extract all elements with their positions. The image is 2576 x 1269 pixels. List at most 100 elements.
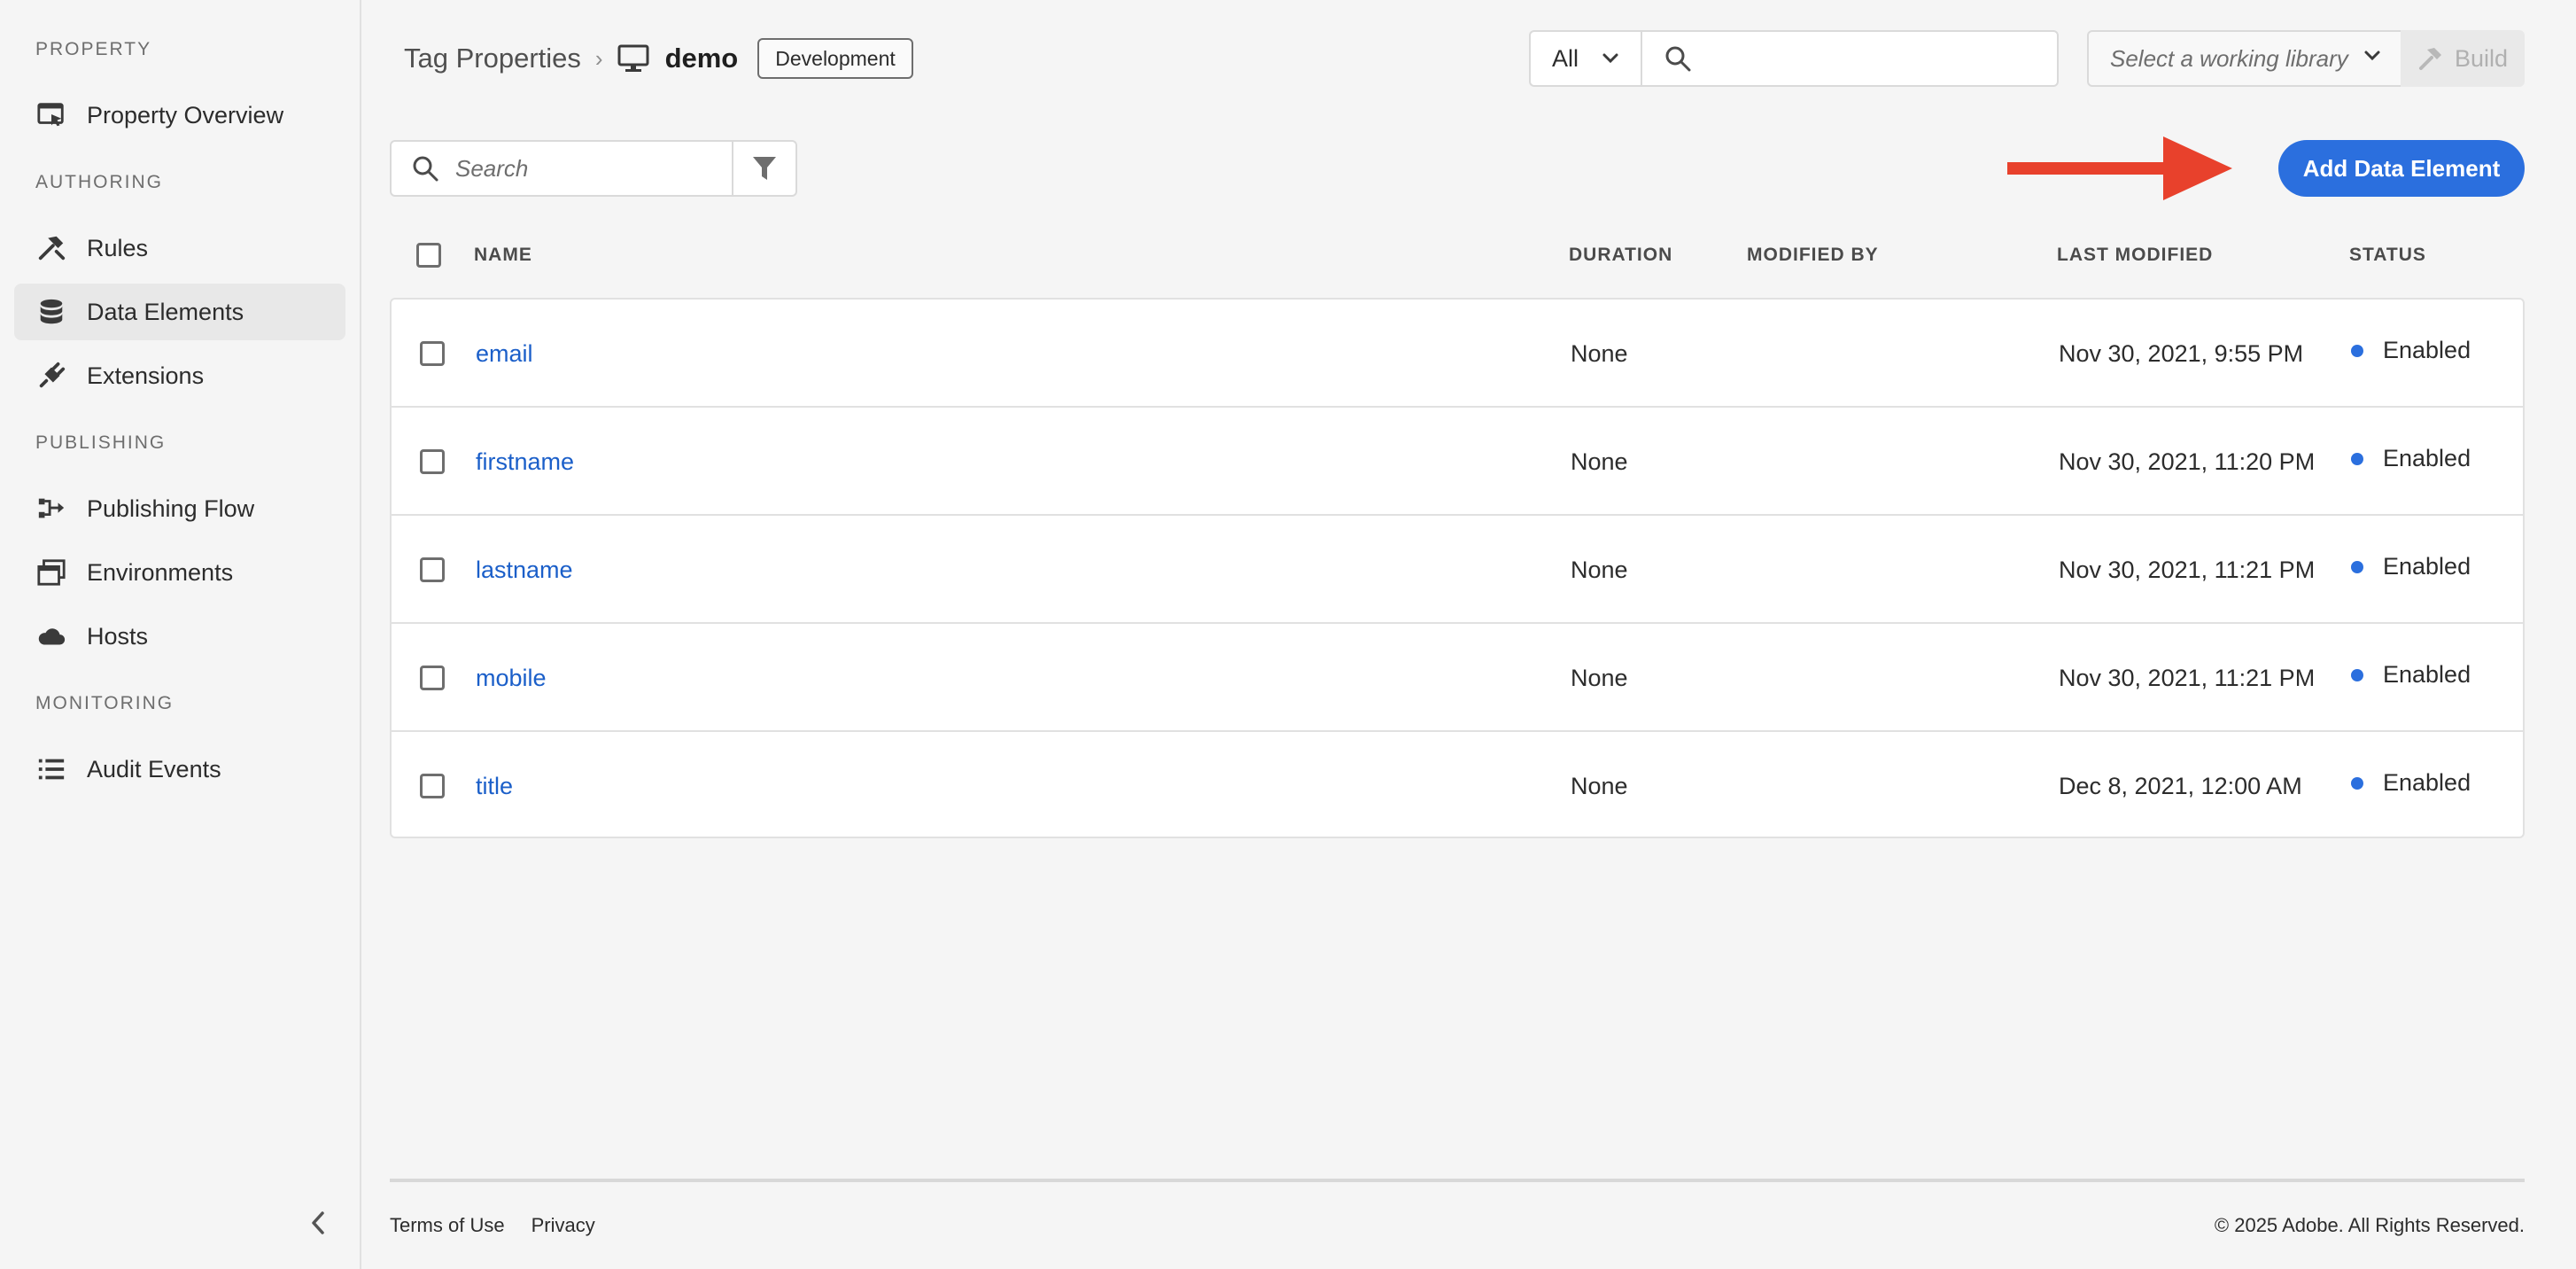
- environments-icon: [35, 557, 67, 588]
- status-cell: Enabled: [2351, 661, 2471, 689]
- row-checkbox[interactable]: [420, 557, 445, 582]
- status-cell: Enabled: [2351, 553, 2471, 580]
- sidebar-item-label: Audit Events: [87, 755, 221, 782]
- column-header-duration[interactable]: DURATION: [1569, 245, 1672, 266]
- row-checkbox[interactable]: [420, 774, 445, 798]
- data-element-name-link[interactable]: email: [476, 340, 533, 368]
- sidebar-item-hosts[interactable]: Hosts: [14, 608, 345, 665]
- breadcrumb-tag-properties[interactable]: Tag Properties: [404, 43, 581, 74]
- sidebar-item-rules[interactable]: Rules: [14, 220, 345, 276]
- sidebar-item-label: Environments: [87, 558, 234, 586]
- search-icon: [413, 156, 438, 182]
- chevron-right-icon: ›: [594, 44, 603, 72]
- global-search-input[interactable]: [1641, 30, 2059, 87]
- column-header-modified-by[interactable]: MODIFIED BY: [1747, 245, 1879, 266]
- sidebar-item-label: Rules: [87, 234, 149, 261]
- data-elements-table: email None Nov 30, 2021, 9:55 PM Enabled…: [390, 298, 2525, 838]
- column-header-name[interactable]: NAME: [474, 245, 532, 266]
- hammer-icon: [2418, 48, 2441, 70]
- table-row[interactable]: title None Dec 8, 2021, 12:00 AM Enabled: [392, 732, 2523, 840]
- row-checkbox[interactable]: [420, 449, 445, 474]
- duration-cell: None: [1571, 340, 1628, 367]
- collapse-sidebar-button[interactable]: [305, 1205, 331, 1241]
- sidebar-item-label: Extensions: [87, 362, 205, 389]
- duration-cell: None: [1571, 448, 1628, 475]
- table-row[interactable]: email None Nov 30, 2021, 9:55 PM Enabled: [392, 300, 2523, 408]
- sidebar-section-publishing: PUBLISHING: [35, 432, 167, 453]
- table-row[interactable]: mobile None Nov 30, 2021, 11:21 PM Enabl…: [392, 624, 2523, 732]
- privacy-link[interactable]: Privacy: [531, 1214, 595, 1237]
- status-label: Enabled: [2383, 769, 2471, 796]
- terms-of-use-link[interactable]: Terms of Use: [390, 1214, 505, 1237]
- data-element-name-link[interactable]: title: [476, 773, 513, 800]
- sidebar-item-label: Hosts: [87, 622, 149, 650]
- search-input[interactable]: Search: [390, 140, 733, 197]
- row-checkbox[interactable]: [420, 341, 445, 366]
- chevron-left-icon: [312, 1211, 324, 1234]
- build-button[interactable]: Build: [2401, 30, 2525, 87]
- last-modified-cell: Nov 30, 2021, 11:21 PM: [2059, 557, 2316, 583]
- status-cell: Enabled: [2351, 445, 2471, 472]
- status-dot-icon: [2351, 668, 2363, 681]
- rules-icon: [35, 232, 67, 264]
- table-row[interactable]: lastname None Nov 30, 2021, 11:21 PM Ena…: [392, 516, 2523, 624]
- sidebar-item-data-elements[interactable]: Data Elements: [14, 284, 345, 340]
- working-library-select[interactable]: Select a working library: [2087, 30, 2402, 87]
- publishing-flow-icon: [35, 493, 67, 525]
- sidebar-item-environments[interactable]: Environments: [14, 544, 345, 601]
- last-modified-cell: Dec 8, 2021, 12:00 AM: [2059, 773, 2302, 799]
- sidebar-item-label: Property Overview: [87, 101, 284, 128]
- status-cell: Enabled: [2351, 769, 2471, 797]
- chevron-down-icon: [2364, 51, 2380, 61]
- sidebar-section-property: PROPERTY: [35, 39, 152, 59]
- sidebar-section-authoring: AUTHORING: [35, 172, 163, 192]
- sidebar-item-audit-events[interactable]: Audit Events: [14, 741, 345, 798]
- copyright-text: © 2025 Adobe. All Rights Reserved.: [2214, 1214, 2525, 1236]
- add-data-element-button[interactable]: Add Data Element: [2278, 140, 2525, 197]
- property-name: demo: [664, 43, 739, 74]
- search-scope-value: All: [1552, 44, 1579, 72]
- last-modified-cell: Nov 30, 2021, 9:55 PM: [2059, 340, 2304, 367]
- status-label: Enabled: [2383, 445, 2471, 471]
- duration-cell: None: [1571, 773, 1628, 799]
- table-header: NAME DURATION MODIFIED BY LAST MODIFIED …: [390, 232, 2525, 278]
- sidebar-item-label: Data Elements: [87, 298, 244, 325]
- environment-badge: Development: [757, 38, 913, 79]
- last-modified-cell: Nov 30, 2021, 11:20 PM: [2059, 448, 2316, 475]
- search-scope-select[interactable]: All: [1529, 30, 1642, 87]
- extensions-icon: [35, 360, 67, 392]
- row-checkbox[interactable]: [420, 666, 445, 690]
- select-all-checkbox[interactable]: [416, 243, 441, 268]
- filter-button[interactable]: [732, 140, 797, 197]
- table-row[interactable]: firstname None Nov 30, 2021, 11:20 PM En…: [392, 408, 2523, 516]
- last-modified-cell: Nov 30, 2021, 11:21 PM: [2059, 665, 2316, 691]
- status-label: Enabled: [2383, 553, 2471, 580]
- filter-icon: [753, 157, 776, 180]
- status-dot-icon: [2351, 344, 2363, 357]
- data-elements-icon: [35, 296, 67, 328]
- duration-cell: None: [1571, 557, 1628, 583]
- list-icon: [35, 753, 67, 785]
- search-icon: [1665, 46, 1691, 72]
- status-dot-icon: [2351, 776, 2363, 790]
- cloud-icon: [35, 620, 67, 652]
- working-library-placeholder: Select a working library: [2110, 44, 2348, 72]
- chevron-down-icon: [1602, 53, 1618, 64]
- sidebar-item-publishing-flow[interactable]: Publishing Flow: [14, 480, 345, 537]
- column-header-last-modified[interactable]: LAST MODIFIED: [2057, 245, 2213, 266]
- data-element-name-link[interactable]: firstname: [476, 448, 574, 476]
- annotation-arrow-icon: [2007, 136, 2232, 200]
- build-label: Build: [2454, 44, 2509, 72]
- status-label: Enabled: [2383, 337, 2471, 363]
- monitor-icon: [617, 44, 649, 72]
- sidebar-item-extensions[interactable]: Extensions: [14, 347, 345, 404]
- status-cell: Enabled: [2351, 337, 2471, 364]
- sidebar-section-monitoring: MONITORING: [35, 693, 175, 713]
- data-element-name-link[interactable]: lastname: [476, 557, 573, 584]
- column-header-status[interactable]: STATUS: [2349, 245, 2426, 266]
- sidebar-item-label: Publishing Flow: [87, 494, 255, 522]
- sidebar-item-property-overview[interactable]: Property Overview: [14, 87, 345, 144]
- status-label: Enabled: [2383, 661, 2471, 688]
- status-dot-icon: [2351, 560, 2363, 573]
- data-element-name-link[interactable]: mobile: [476, 665, 547, 692]
